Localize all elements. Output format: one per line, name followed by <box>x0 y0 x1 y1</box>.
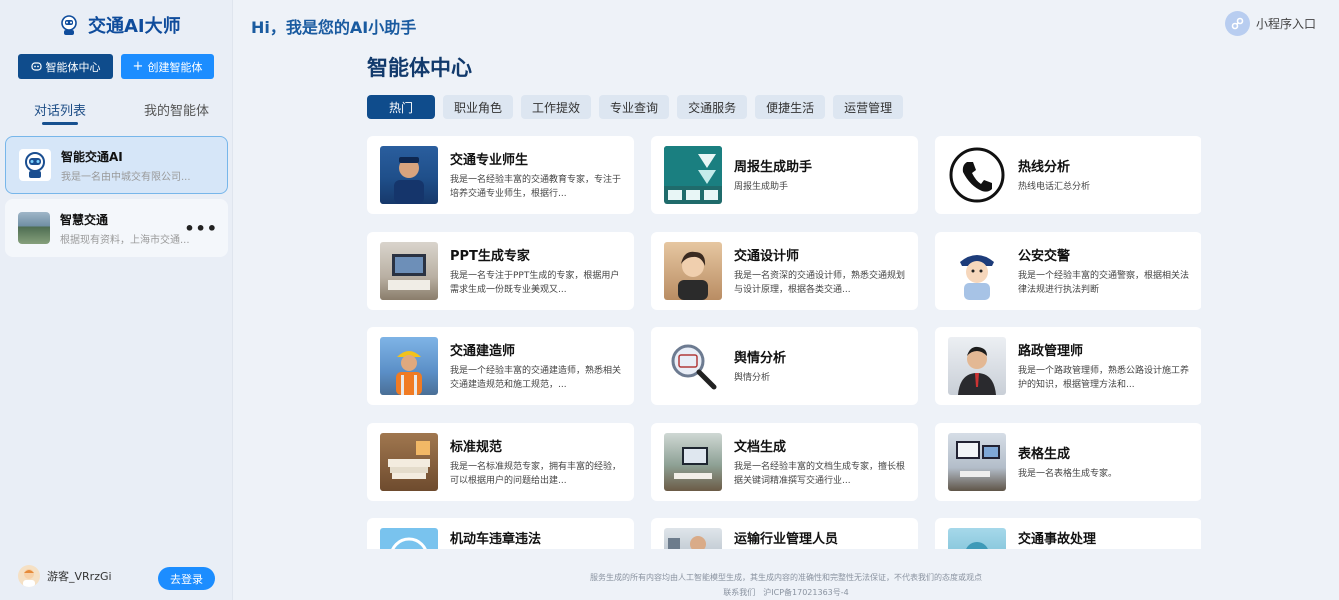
agent-card-title: 表格生成 <box>1018 447 1071 462</box>
sidebar-tabs: 对话列表 我的智能体 <box>0 100 233 125</box>
agent-card-title: 机动车违章违法 <box>450 532 542 547</box>
create-agent-button[interactable]: + 创建智能体 <box>121 54 214 79</box>
tab-conversation-list[interactable]: 对话列表 <box>34 100 86 125</box>
agent-card[interactable]: 文档生成 我是一名经验丰富的文档生成专家，擅长根据关键词精准撰写交通行业... <box>651 423 918 501</box>
transport-manager-image <box>664 528 722 549</box>
login-button[interactable]: 去登录 <box>158 567 215 590</box>
logo[interactable]: 交通AI大师 <box>58 12 181 38</box>
sidebar: 交通AI大师 智能体中心 + 创建智能体 对话列表 我的智能体 智能交通AI 我… <box>0 0 233 600</box>
agent-card-title: 交通专业师生 <box>450 153 529 168</box>
builder-portrait-image <box>380 337 438 395</box>
agent-card-title: PPT生成专家 <box>450 249 530 264</box>
spreadsheet-office-image <box>948 433 1006 491</box>
tab-convenient-life[interactable]: 便捷生活 <box>755 95 826 119</box>
robot-avatar-icon <box>19 149 51 181</box>
agent-card-desc: 我是一个路政管理师，熟悉公路设计施工养护的知识，根据管理方法和... <box>1018 366 1190 390</box>
agent-card-title: 公安交警 <box>1018 249 1071 264</box>
standards-desk-image <box>380 433 438 491</box>
agent-card[interactable]: 公安交警 我是一个经验丰富的交通警察，根据相关法律法规进行执法判断 <box>935 232 1201 310</box>
agent-card[interactable]: 交通专业师生 我是一名经验丰富的交通教育专家，专注于培养交通专业师生，根据行..… <box>367 136 634 214</box>
agent-card[interactable]: 表格生成 我是一名表格生成专家。 <box>935 423 1201 501</box>
create-agent-label: 创建智能体 <box>147 60 203 74</box>
agent-card-desc: 我是一名资深的交通设计师，熟悉交通规划与设计原理，根据各类交通... <box>734 271 906 295</box>
tab-career-roles[interactable]: 职业角色 <box>443 95 514 119</box>
user-avatar <box>18 565 40 587</box>
magnifier-icon <box>664 337 722 395</box>
agent-card[interactable]: 热线分析 热线电话汇总分析 <box>935 136 1201 214</box>
conversation-subtitle: 我是一名由中城交有限公司... <box>61 171 191 183</box>
agent-card-title: 路政管理师 <box>1018 344 1084 359</box>
agent-card-title: 交通设计师 <box>734 249 800 264</box>
agent-card-desc: 我是一名经验丰富的文档生成专家，擅长根据关键词精准撰写交通行业... <box>734 462 906 486</box>
plus-icon: + <box>132 59 144 74</box>
agent-card[interactable]: 标准规范 我是一名标准规范专家，拥有丰富的经验，可以根据用户的问题给出建... <box>367 423 634 501</box>
agent-card-grid: 交通专业师生 我是一名经验丰富的交通教育专家，专注于培养交通专业师生，根据行..… <box>367 136 1201 549</box>
manager-portrait-image <box>948 337 1006 395</box>
agent-card-desc: 我是一名专注于PPT生成的专家，根据用户需求生成一份既专业美观又... <box>450 271 620 295</box>
designer-portrait-image <box>664 242 722 300</box>
agent-card-title: 运输行业管理人员 <box>734 532 839 547</box>
phone-icon <box>948 146 1006 204</box>
agent-card-title: 交通建造师 <box>450 344 516 359</box>
logo-text: 交通AI大师 <box>88 16 181 37</box>
footer-disclaimer: 服务生成的所有内容均由人工智能模型生成，其生成内容的准确性和完整性无法保证，不代… <box>590 573 982 582</box>
agent-card-title: 舆情分析 <box>734 351 787 366</box>
accident-handling-image <box>948 528 1006 549</box>
agent-card[interactable]: 交通设计师 我是一名资深的交通设计师，熟悉交通规划与设计原理，根据各类交通... <box>651 232 918 310</box>
mini-program-entry[interactable]: 小程序入口 <box>1225 11 1316 36</box>
conversation-title: 智慧交通 <box>60 212 109 227</box>
footer-icp[interactable]: 联系我们 沪ICP备17021363号-4 <box>233 587 1339 598</box>
conversation-subtitle: 根据现有资料，上海市交通... <box>60 234 190 246</box>
tab-traffic-service[interactable]: 交通服务 <box>677 95 748 119</box>
agent-card-title: 周报生成助手 <box>734 160 813 175</box>
robot-logo-icon <box>61 15 77 35</box>
agent-card-desc: 热线电话汇总分析 <box>1018 182 1091 192</box>
user-info: 游客_VRrzGi <box>18 565 112 587</box>
agent-center-label: 智能体中心 <box>45 60 101 74</box>
conversation-item[interactable]: 智能交通AI 我是一名由中城交有限公司... <box>5 136 228 194</box>
category-tabs: 热门 职业角色 工作提效 专业查询 交通服务 便捷生活 运营管理 <box>367 95 904 119</box>
ppt-desk-image <box>380 242 438 300</box>
agent-card[interactable]: 舆情分析 舆情分析 <box>651 327 918 405</box>
agent-card[interactable]: 交通建造师 我是一个经验丰富的交通建造师，熟悉相关交通建造规范和施工规范，... <box>367 327 634 405</box>
tab-work-efficiency[interactable]: 工作提效 <box>521 95 592 119</box>
agent-card-desc: 我是一名经验丰富的交通教育专家，专注于培养交通专业师生，根据行... <box>450 175 622 199</box>
agent-card-desc: 我是一个经验丰富的交通警察，根据相关法律法规进行执法判断 <box>1018 271 1190 295</box>
agent-card[interactable]: 路政管理师 我是一个路政管理师，熟悉公路设计施工养护的知识，根据管理方法和... <box>935 327 1201 405</box>
agent-card-title: 交通事故处理 <box>1018 532 1097 547</box>
tab-my-agents[interactable]: 我的智能体 <box>144 100 209 119</box>
agent-card[interactable]: 机动车违章违法 <box>367 518 634 549</box>
agent-card-desc: 我是一个经验丰富的交通建造师，熟悉相关交通建造规范和施工规范，... <box>450 366 622 390</box>
conversation-item[interactable]: 智慧交通 根据现有资料，上海市交通... ••• <box>5 199 228 257</box>
greeting: Hi，我是您的AI小助手 <box>251 18 417 37</box>
tab-professional-query[interactable]: 专业查询 <box>599 95 670 119</box>
page-title: 智能体中心 <box>367 56 472 80</box>
police-cartoon-image <box>948 242 1006 300</box>
mini-program-label: 小程序入口 <box>1256 17 1317 31</box>
agent-card-title: 标准规范 <box>450 440 503 455</box>
robot-icon <box>30 62 42 71</box>
user-name: 游客_VRrzGi <box>47 570 112 583</box>
agent-card[interactable]: PPT生成专家 我是一名专注于PPT生成的专家，根据用户需求生成一份既专业美观又… <box>367 232 634 310</box>
officer-portrait-image <box>380 146 438 204</box>
agent-center-button[interactable]: 智能体中心 <box>18 54 113 79</box>
agent-card-title: 文档生成 <box>734 440 787 455</box>
agent-card-title: 热线分析 <box>1018 160 1071 175</box>
document-office-image <box>664 433 722 491</box>
agent-card[interactable]: 交通事故处理 <box>935 518 1201 549</box>
agent-card[interactable]: 运输行业管理人员 <box>651 518 918 549</box>
traffic-photo-avatar <box>18 212 50 244</box>
tab-operation-management[interactable]: 运营管理 <box>833 95 904 119</box>
weekly-report-image <box>664 146 722 204</box>
tab-hot[interactable]: 热门 <box>367 95 436 119</box>
agent-card-desc: 我是一名表格生成专家。 <box>1018 469 1118 479</box>
more-icon[interactable]: ••• <box>184 219 218 238</box>
vehicle-violation-image <box>380 528 438 549</box>
conversation-title: 智能交通AI <box>61 149 123 164</box>
agent-card-desc: 我是一名标准规范专家，拥有丰富的经验，可以根据用户的问题给出建... <box>450 462 622 486</box>
agent-card-desc: 周报生成助手 <box>734 182 789 192</box>
agent-card-desc: 舆情分析 <box>734 373 771 383</box>
agent-card[interactable]: 周报生成助手 周报生成助手 <box>651 136 918 214</box>
link-icon <box>1225 11 1250 36</box>
